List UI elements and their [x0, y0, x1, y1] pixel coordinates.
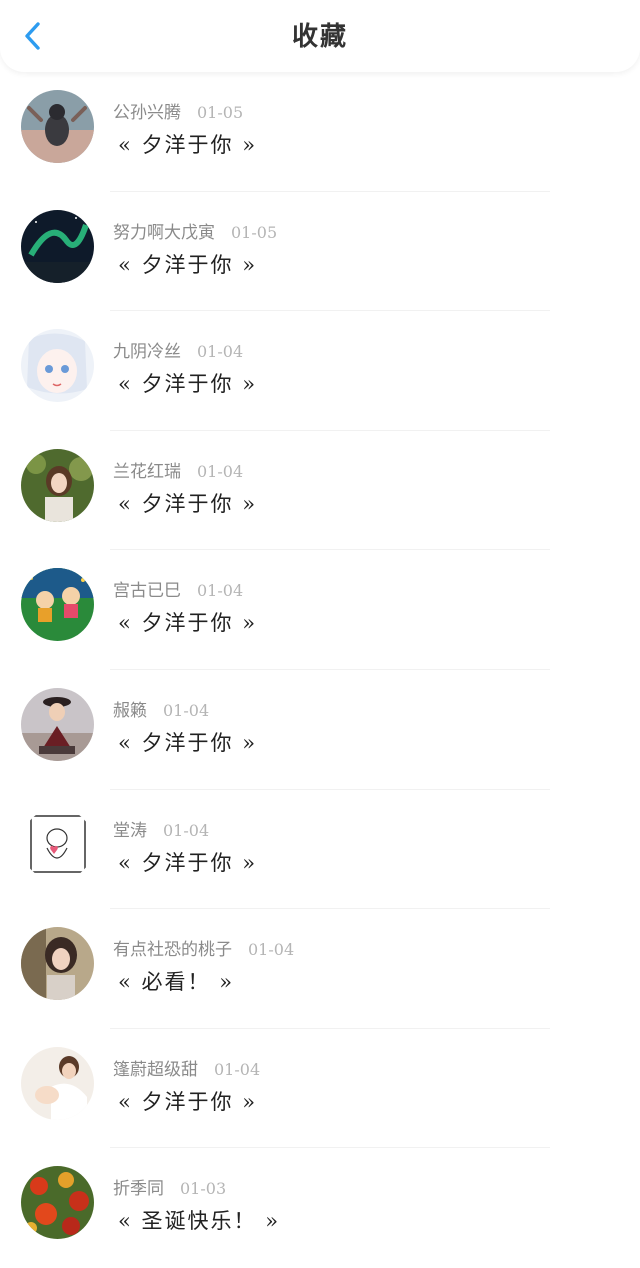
- list-item[interactable]: 宫古已巳 01-04 « 夕洋于你 »: [0, 550, 640, 670]
- message-text: « 夕洋于你 »: [118, 372, 258, 397]
- top-nav-bar: 收藏: [0, 0, 640, 72]
- item-date: 01-04: [163, 700, 210, 720]
- message-text: « 夕洋于你 »: [118, 850, 258, 875]
- message-text: « 夕洋于你 »: [118, 730, 258, 755]
- message-text: « 夕洋于你 »: [118, 133, 258, 157]
- list-item[interactable]: 有点社恐的桃子 01-04 « 必看！ »: [0, 909, 640, 1029]
- avatar[interactable]: [21, 568, 94, 642]
- list-item[interactable]: 堂涛 01-04 « 夕洋于你 »: [0, 790, 640, 910]
- message-text: « 夕洋于你 »: [118, 252, 258, 277]
- user-name: 努力啊大戊寅: [113, 222, 215, 243]
- avatar[interactable]: [21, 687, 94, 761]
- message-text: « 必看！ »: [118, 970, 235, 995]
- item-date: 01-03: [180, 1179, 227, 1199]
- favorites-list: 公孙兴腾 01-05 « 夕洋于你 » 努力啊大戊寅 01-05 « 夕洋于你 »: [0, 72, 640, 1268]
- user-name: 折季同: [113, 1179, 164, 1200]
- avatar[interactable]: [21, 1046, 94, 1120]
- item-date: 01-04: [197, 461, 244, 481]
- avatar[interactable]: [21, 90, 94, 163]
- item-date: 01-04: [197, 581, 244, 601]
- user-name: 公孙兴腾: [113, 103, 181, 123]
- message-text: « 圣诞快乐！ »: [118, 1209, 281, 1234]
- avatar[interactable]: [21, 1166, 94, 1240]
- avatar[interactable]: [21, 329, 94, 403]
- item-date: 01-05: [231, 222, 278, 242]
- avatar[interactable]: [21, 807, 94, 881]
- list-item[interactable]: 努力啊大戊寅 01-05 « 夕洋于你 »: [0, 192, 640, 312]
- user-name: 九阴冷丝: [113, 342, 181, 363]
- list-item[interactable]: 篷蔚超级甜 01-04 « 夕洋于你 »: [0, 1029, 640, 1149]
- message-text: « 夕洋于你 »: [118, 611, 258, 636]
- page-title: 收藏: [291, 22, 348, 52]
- user-name: 有点社恐的桃子: [113, 940, 232, 961]
- avatar[interactable]: [21, 448, 94, 522]
- user-name: 赧籁: [113, 700, 147, 721]
- list-item[interactable]: 九阴冷丝 01-04 « 夕洋于你 »: [0, 311, 640, 431]
- list-item[interactable]: 折季同 01-03 « 圣诞快乐！ »: [0, 1148, 640, 1268]
- item-date: 01-04: [163, 820, 210, 840]
- item-date: 01-04: [248, 940, 295, 960]
- item-date: 01-04: [214, 1059, 261, 1079]
- avatar[interactable]: [21, 927, 94, 1001]
- user-name: 堂涛: [113, 820, 147, 841]
- item-date: 01-05: [197, 103, 244, 122]
- message-text: « 夕洋于你 »: [118, 491, 258, 516]
- avatar[interactable]: [21, 209, 94, 283]
- list-item[interactable]: 赧籁 01-04 « 夕洋于你 »: [0, 670, 640, 790]
- user-name: 兰花红瑞: [113, 461, 181, 482]
- item-date: 01-04: [197, 342, 244, 362]
- list-item[interactable]: 公孙兴腾 01-05 « 夕洋于你 »: [0, 72, 640, 192]
- list-item[interactable]: 兰花红瑞 01-04 « 夕洋于你 »: [0, 431, 640, 551]
- message-text: « 夕洋于你 »: [118, 1089, 258, 1114]
- user-name: 宫古已巳: [113, 581, 181, 602]
- user-name: 篷蔚超级甜: [113, 1059, 198, 1080]
